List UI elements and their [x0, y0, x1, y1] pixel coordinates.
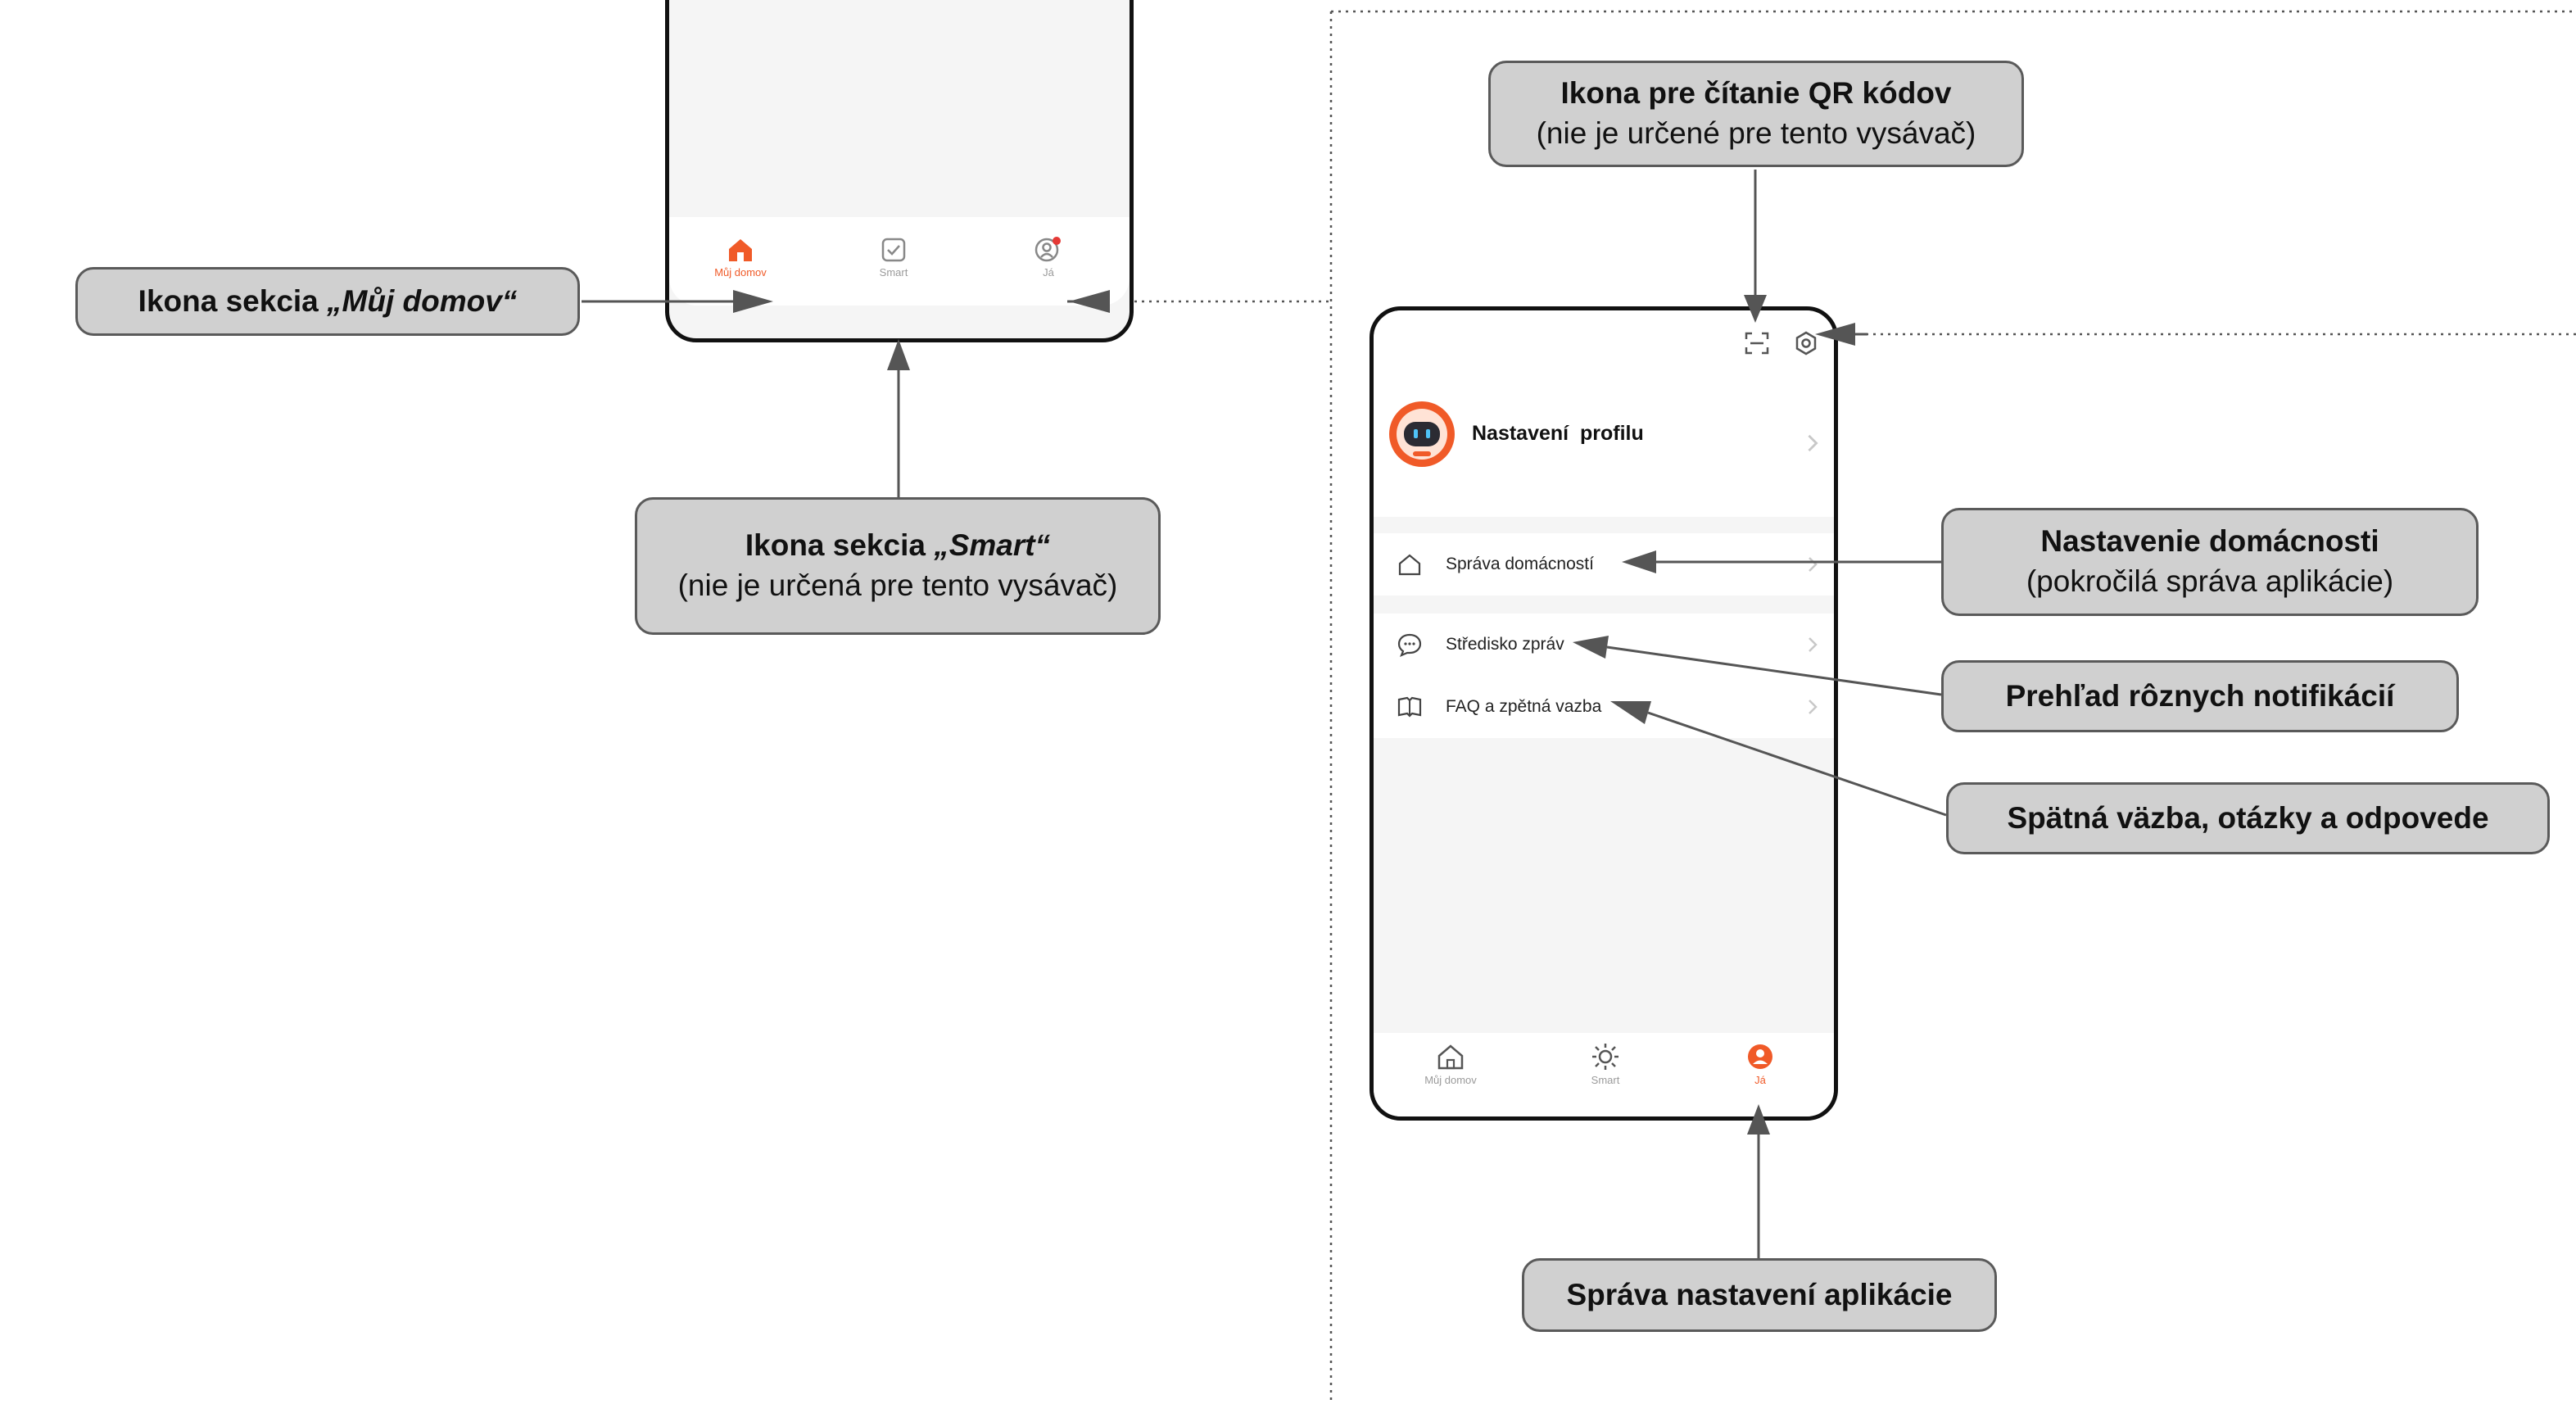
- callout-qr: Ikona pre čítanie QR kódov (nie je určen…: [1488, 61, 2024, 167]
- callout-title: Nastavenie domácnosti: [2040, 524, 2379, 559]
- callout-title: Prehľad rôznych notifikácií: [2005, 678, 2395, 713]
- callout-title-prefix: Ikona sekcia: [138, 283, 328, 318]
- callout-household: Nastavenie domácnosti (pokročilá správa …: [1941, 508, 2479, 616]
- callout-muj-domov: Ikona sekcia „Můj domov“: [75, 267, 580, 336]
- callout-subtitle: (nie je určené pre tento vysávač): [1536, 116, 1976, 150]
- callout-title-name: „Můj domov“: [327, 283, 518, 318]
- callout-notifications: Prehľad rôznych notifikácií: [1941, 660, 2459, 732]
- callout-feedback: Spätná väzba, otázky a odpovede: [1946, 782, 2550, 854]
- callout-title: Správa nastavení aplikácie: [1566, 1277, 1953, 1311]
- callout-subtitle: (pokročilá správa aplikácie): [2026, 564, 2394, 598]
- callout-smart: Ikona sekcia „Smart“ (nie je určená pre …: [635, 497, 1161, 635]
- callout-title: Ikona pre čítanie QR kódov: [1560, 76, 1952, 111]
- callout-title-prefix: Ikona sekcia: [745, 528, 935, 563]
- callout-title: Spätná väzba, otázky a odpovede: [2007, 800, 2489, 835]
- callout-title-name: „Smart“: [934, 528, 1051, 563]
- callout-subtitle: (nie je určená pre tento vysávač): [677, 568, 1118, 602]
- callout-app-settings: Správa nastavení aplikácie: [1522, 1258, 1997, 1332]
